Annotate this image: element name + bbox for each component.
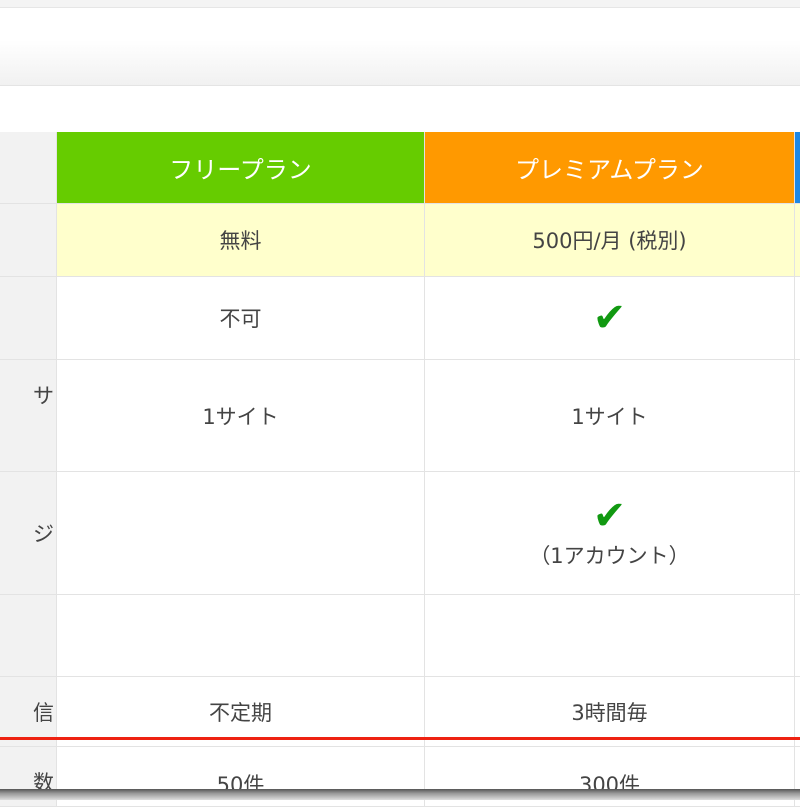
bottom-edge xyxy=(0,789,800,800)
check-icon: ✔ xyxy=(592,493,627,539)
table-row: ジ ✔ （1アカウント） xyxy=(0,472,800,595)
premium-value: ✔ （1アカウント） xyxy=(425,472,795,594)
row-label: ジ xyxy=(0,472,57,594)
row-label xyxy=(0,595,57,676)
free-price: 無料 xyxy=(57,204,425,276)
table-row: 不可 ✔ xyxy=(0,277,800,360)
row-label: サ xyxy=(0,360,57,471)
free-value: 不定期 xyxy=(57,677,425,746)
free-plan-header: フリープラン xyxy=(57,132,425,203)
table-row xyxy=(0,595,800,677)
free-value xyxy=(57,472,425,594)
row-label xyxy=(0,277,57,359)
free-value xyxy=(57,595,425,676)
free-value: 不可 xyxy=(57,277,425,359)
header-panel xyxy=(0,10,800,86)
premium-value: 3時間毎 xyxy=(425,677,795,746)
top-bar xyxy=(0,0,800,8)
premium-value xyxy=(425,595,795,676)
premium-value: 1サイト xyxy=(425,360,795,471)
premium-price: 500円/月 (税別) xyxy=(425,204,795,276)
header-label-cell xyxy=(0,132,57,203)
free-value: 1サイト xyxy=(57,360,425,471)
check-icon: ✔ xyxy=(592,295,627,341)
table-row: サ 1サイト 1サイト xyxy=(0,360,800,472)
premium-plan-header: プレミアムプラン xyxy=(425,132,795,203)
premium-note: （1アカウント） xyxy=(529,544,690,568)
premium-value: ✔ xyxy=(425,277,795,359)
row-label: 信 xyxy=(0,677,57,746)
third-plan-header xyxy=(795,132,800,203)
third-cell xyxy=(795,204,800,276)
table-row: 無料 500円/月 (税別) xyxy=(0,204,800,277)
row-label xyxy=(0,204,57,276)
table-header-row: フリープラン プレミアムプラン xyxy=(0,132,800,204)
highlight-line xyxy=(0,737,800,740)
